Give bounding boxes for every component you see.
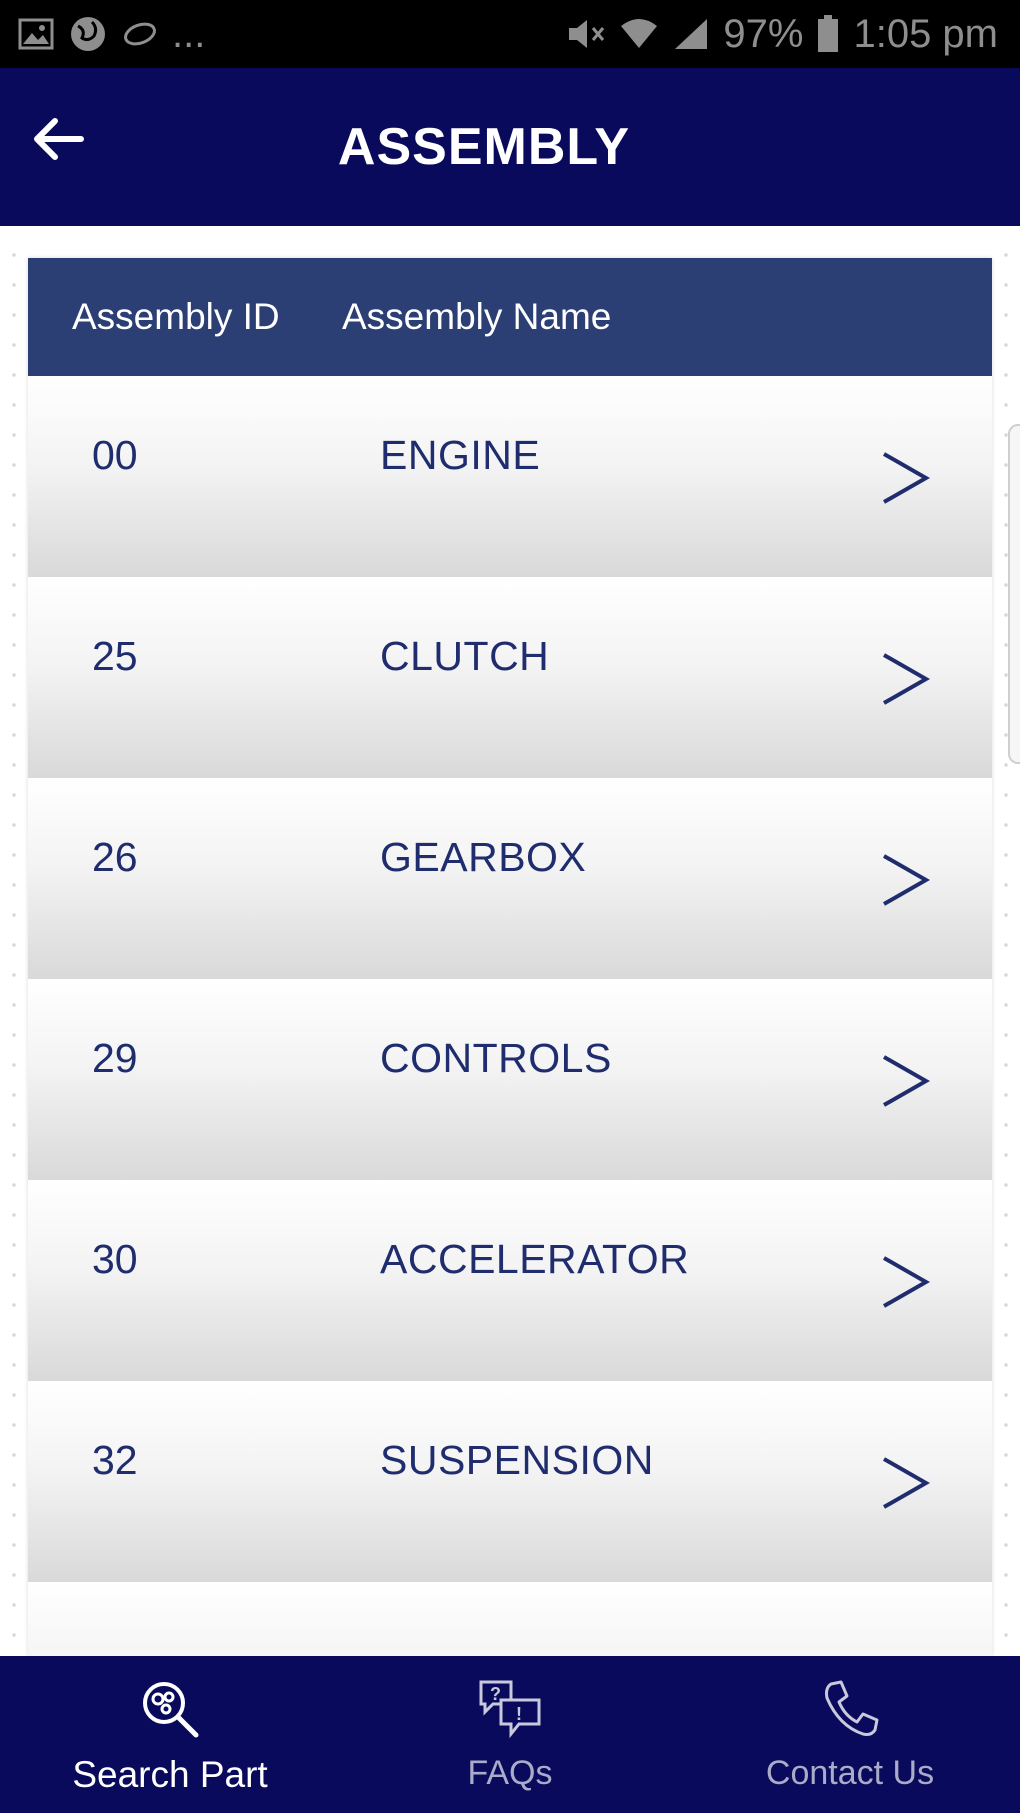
app-bar: ASSEMBLY [0,68,1020,226]
table-row[interactable]: 25 CLUTCH [28,577,992,778]
globe-notification-icon [68,14,108,54]
chevron-right-icon [883,1457,930,1509]
table-row[interactable]: 26 GEARBOX [28,778,992,979]
table-header: Assembly ID Assembly Name [28,258,992,376]
chevron-right-icon [883,1055,930,1107]
table-row[interactable]: 00 ENGINE [28,376,992,577]
row-assembly-name: ENGINE [380,432,541,478]
row-assembly-name: ACCELERATOR [380,1236,690,1282]
chevron-right-icon [883,452,930,504]
dotted-border-left [12,240,16,1650]
nav-label: FAQs [467,1754,553,1792]
search-part-icon [135,1674,205,1744]
status-bar: ... 97% 1:05 pm [0,0,1020,68]
mute-icon [565,16,605,52]
row-assembly-id: 25 [92,633,138,679]
status-right: 97% 1:05 pm [565,12,998,57]
row-assembly-id: 30 [92,1236,138,1282]
signal-icon [673,17,709,51]
header-assembly-name: Assembly Name [342,296,612,337]
row-assembly-name: GEARBOX [380,834,587,880]
nav-faqs[interactable]: ? ! FAQs [340,1656,680,1813]
assembly-table: Assembly ID Assembly Name 00 ENGINE 25 C… [28,258,992,1656]
table-row[interactable]: 29 CONTROLS [28,979,992,1180]
table-row[interactable]: 30 ACCELERATOR [28,1180,992,1381]
row-assembly-id: 00 [92,432,138,478]
clock: 1:05 pm [853,11,998,56]
svg-text:?: ? [490,1684,501,1704]
battery-percent: 97% [723,11,804,56]
row-assembly-name: CONTROLS [380,1035,612,1081]
nav-label: Contact Us [765,1754,935,1792]
chevron-right-icon [883,653,930,705]
row-assembly-id: 29 [92,1035,138,1081]
row-assembly-id: 32 [92,1437,138,1483]
header-assembly-id: Assembly ID [72,296,280,337]
sync-notification-icon [122,19,158,49]
table-row[interactable]: 32 SUSPENSION [28,1381,992,1582]
battery-icon [817,15,839,53]
row-assembly-name: CLUTCH [380,633,550,679]
more-notifications: ... [172,11,206,56]
row-assembly-name: SUSPENSION [380,1437,654,1483]
chevron-right-icon [883,1256,930,1308]
svg-text:!: ! [516,1704,522,1724]
gallery-notification-icon [18,18,54,50]
page-title: ASSEMBLY [337,118,631,176]
nav-contact-us[interactable]: Contact Us [680,1656,1020,1813]
status-left: ... [18,12,205,57]
wifi-icon [619,16,659,52]
scroll-handle[interactable] [1008,424,1020,764]
nav-label: Search Part [72,1754,268,1795]
chevron-right-icon [883,854,930,906]
row-assembly-id: 26 [92,834,138,880]
nav-search-part[interactable]: Search Part [0,1656,340,1813]
phone-icon [815,1674,885,1744]
bottom-nav: Search Part ? ! FAQs Contact Us [0,1656,1020,1813]
faq-icon: ? ! [475,1674,545,1744]
table-row[interactable] [28,1582,992,1656]
